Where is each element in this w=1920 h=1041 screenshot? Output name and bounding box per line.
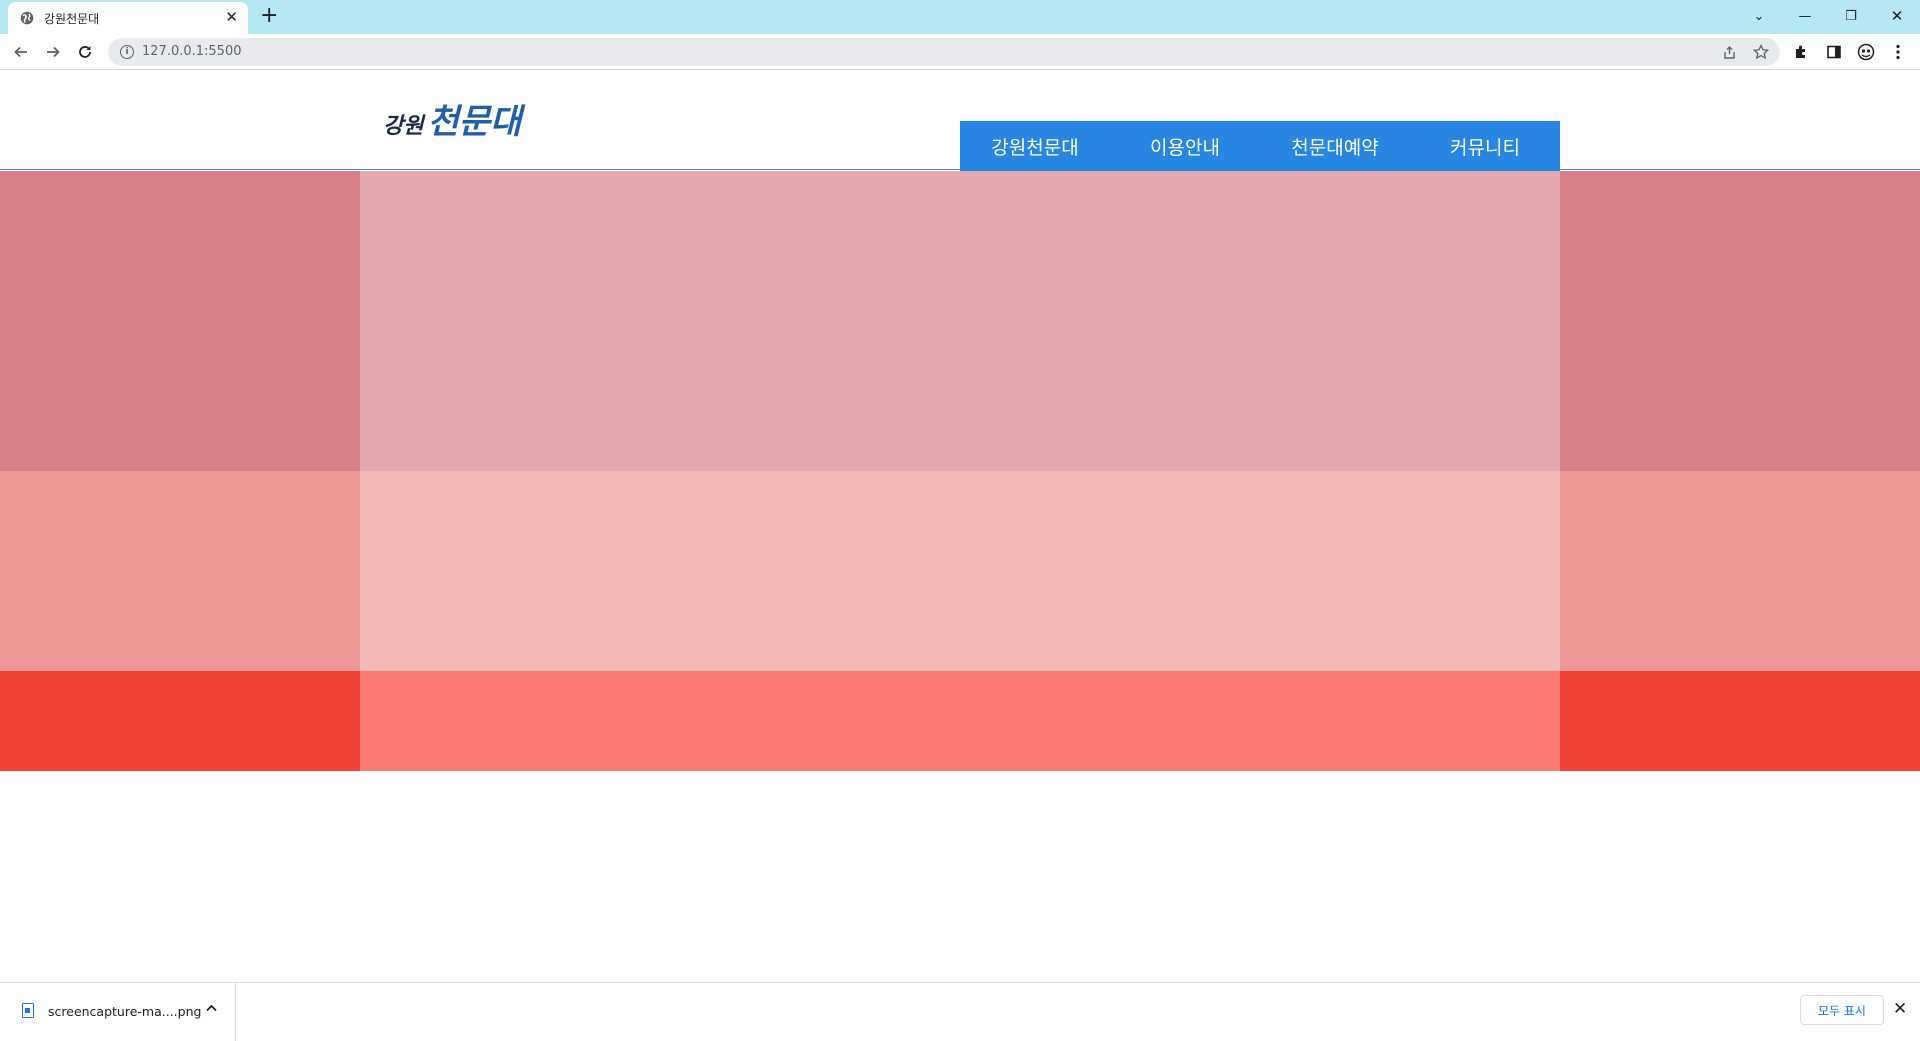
visual-band-bottom <box>0 671 1920 771</box>
close-download-bar-icon[interactable]: ✕ <box>1893 999 1907 1019</box>
tab-close-icon[interactable]: ✕ <box>225 8 238 26</box>
band-left-block <box>0 471 360 671</box>
tab-title: 강원천문대 <box>44 12 100 26</box>
visual-band-middle <box>0 471 1920 671</box>
minimize-icon[interactable]: — <box>1782 0 1828 32</box>
browser-tab-strip: 강원천문대 ✕ + ⌄ — ❐ ✕ <box>0 0 1920 34</box>
bookmark-star-icon[interactable] <box>1752 43 1770 61</box>
nav-item-community[interactable]: 커뮤니티 <box>1410 121 1560 171</box>
band-left-block <box>0 671 360 771</box>
address-bar[interactable]: i 127.0.0.1:5500 <box>108 38 1780 66</box>
restore-icon[interactable]: ❐ <box>1828 0 1874 32</box>
logo-text-small: 강원 <box>383 113 424 139</box>
extensions-icon[interactable] <box>1791 42 1811 62</box>
tab-search-icon[interactable]: ⌄ <box>1736 0 1782 32</box>
band-right-block <box>1560 471 1920 671</box>
forward-icon[interactable] <box>42 41 64 63</box>
nav-item-reservation[interactable]: 천문대예약 <box>1260 121 1410 171</box>
download-bar: screencapture-ma....png 모두 표시 ✕ <box>0 982 1920 1041</box>
url-text[interactable]: 127.0.0.1:5500 <box>142 44 242 59</box>
visual-band-top <box>0 171 1920 471</box>
share-icon[interactable] <box>1720 43 1738 61</box>
download-file-name[interactable]: screencapture-ma....png <box>48 1004 201 1019</box>
side-panel-icon[interactable] <box>1824 42 1844 62</box>
reload-icon[interactable] <box>74 41 96 63</box>
new-tab-button[interactable]: + <box>260 3 278 28</box>
globe-icon <box>20 11 34 25</box>
profile-icon[interactable] <box>1856 42 1876 62</box>
band-left-block <box>0 171 360 471</box>
nav-item-guide[interactable]: 이용안내 <box>1110 121 1260 171</box>
nav-item-observatory[interactable]: 강원천문대 <box>960 121 1110 171</box>
browser-tab[interactable]: 강원천문대 ✕ <box>8 2 248 34</box>
logo-text-large: 천문대 <box>427 102 522 142</box>
image-file-icon <box>22 1003 34 1018</box>
close-window-icon[interactable]: ✕ <box>1874 0 1920 32</box>
chevron-up-icon[interactable] <box>206 1001 217 1016</box>
download-item[interactable]: screencapture-ma....png <box>0 983 236 1041</box>
band-right-block <box>1560 171 1920 471</box>
band-center-block <box>360 171 1560 471</box>
main-navigation: 강원천문대 이용안내 천문대예약 커뮤니티 <box>960 121 1560 171</box>
band-center-block <box>360 671 1560 771</box>
site-logo[interactable]: 강원 천문대 <box>383 94 521 143</box>
main-visual <box>0 171 1920 771</box>
band-center-block <box>360 471 1560 671</box>
site-header: 강원 천문대 강원천문대 이용안내 천문대예약 커뮤니티 <box>0 70 1920 171</box>
back-icon[interactable] <box>10 41 32 63</box>
band-right-block <box>1560 671 1920 771</box>
show-all-downloads-button[interactable]: 모두 표시 <box>1800 995 1884 1025</box>
browser-toolbar: i 127.0.0.1:5500 <box>0 34 1920 70</box>
web-page: 강원 천문대 강원천문대 이용안내 천문대예약 커뮤니티 <box>0 70 1920 982</box>
site-info-icon[interactable]: i <box>120 45 134 59</box>
more-menu-icon[interactable] <box>1888 42 1908 62</box>
